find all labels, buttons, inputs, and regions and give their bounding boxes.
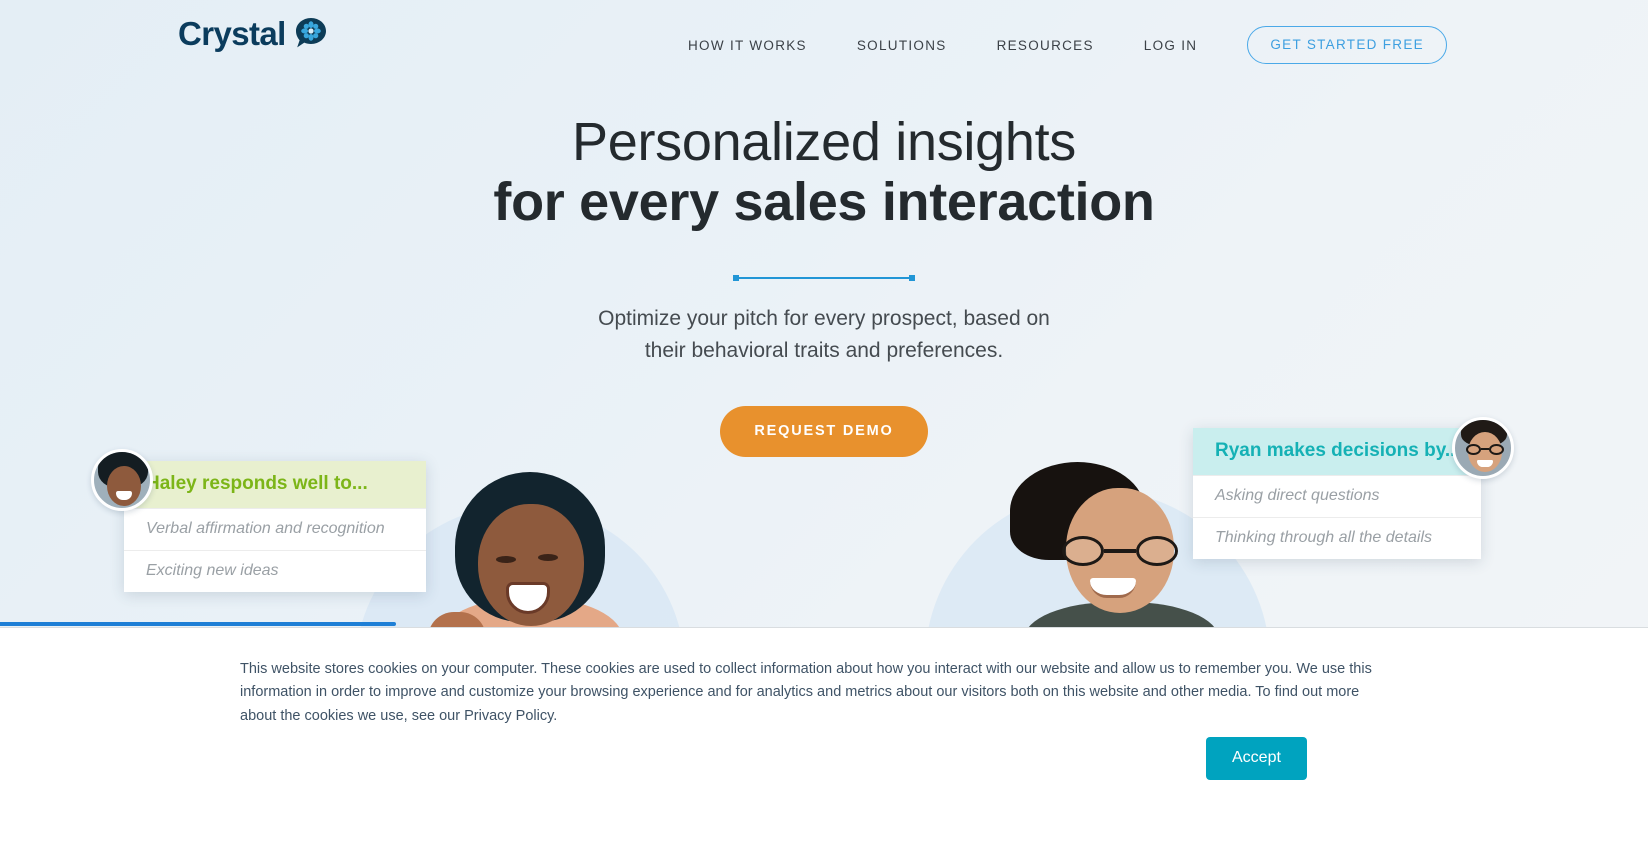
progress-fill — [0, 622, 396, 626]
insight-row: Verbal affirmation and recognition — [124, 508, 426, 550]
main-navigation: HOW IT WORKS SOLUTIONS RESOURCES LOG IN … — [688, 26, 1447, 64]
privacy-policy-link[interactable]: Privacy Policy — [464, 708, 553, 724]
haley-avatar — [91, 449, 153, 511]
cookie-text-tail: . — [553, 707, 558, 724]
insight-row: Thinking through all the details — [1193, 517, 1481, 559]
hero-divider — [733, 274, 915, 281]
page-title: Personalized insights for every sales in… — [0, 112, 1648, 233]
ryan-avatar — [1452, 417, 1514, 479]
cookie-consent-text: This website stores cookies on your comp… — [240, 658, 1392, 728]
page-load-progress-bar — [0, 622, 1648, 626]
insight-card-haley[interactable]: Haley responds well to... Verbal affirma… — [124, 461, 426, 592]
accept-cookies-button[interactable]: Accept — [1206, 737, 1307, 780]
cookie-consent-banner: This website stores cookies on your comp… — [0, 627, 1648, 857]
insight-row: Asking direct questions — [1193, 475, 1481, 517]
get-started-free-button[interactable]: GET STARTED FREE — [1247, 26, 1447, 64]
insight-card-title: Ryan makes decisions by... — [1193, 428, 1481, 475]
insight-row: Exciting new ideas — [124, 550, 426, 592]
cookie-text-body: This website stores cookies on your comp… — [240, 661, 1372, 724]
crystal-flower-speech-bubble-icon — [294, 16, 328, 50]
insight-card-title: Haley responds well to... — [124, 461, 426, 508]
hero-subhead: Optimize your pitch for every prospect, … — [0, 303, 1648, 368]
request-demo-button[interactable]: REQUEST DEMO — [720, 406, 928, 458]
subhead-line-1: Optimize your pitch for every prospect, … — [598, 306, 1050, 330]
nav-item-log-in[interactable]: LOG IN — [1144, 38, 1198, 53]
eyeglasses-icon — [1466, 444, 1504, 456]
headline-line-2: for every sales interaction — [493, 172, 1155, 233]
landing-page: Crystal HOW IT WORKS SOLUTIONS RESOURCES… — [0, 0, 1648, 857]
insight-card-ryan[interactable]: Ryan makes decisions by... Asking direct… — [1193, 428, 1481, 559]
brand-name: Crystal — [178, 14, 286, 52]
nav-item-solutions[interactable]: SOLUTIONS — [857, 38, 947, 53]
nav-item-resources[interactable]: RESOURCES — [997, 38, 1094, 53]
brand-logo[interactable]: Crystal — [178, 16, 328, 50]
nav-item-how-it-works[interactable]: HOW IT WORKS — [688, 38, 807, 53]
headline-line-1: Personalized insights — [572, 112, 1076, 172]
subhead-line-2: their behavioral traits and preferences. — [644, 339, 1004, 363]
eyeglasses-icon — [1062, 536, 1178, 566]
site-header: Crystal HOW IT WORKS SOLUTIONS RESOURCES… — [0, 0, 1648, 78]
